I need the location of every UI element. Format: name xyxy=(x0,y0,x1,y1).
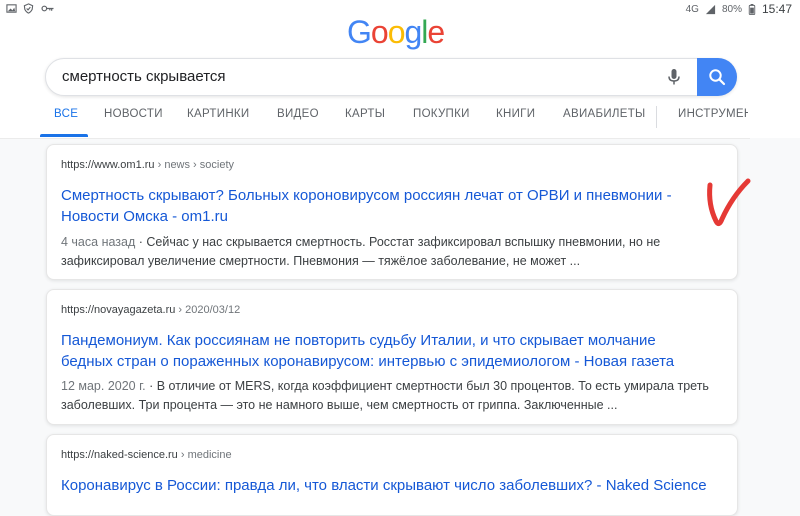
result-snippet: 12 мар. 2020 г. · В отличие от MERS, ког… xyxy=(61,377,711,415)
result-url[interactable]: https://www.om1.ru › news › society xyxy=(61,159,234,171)
result-domain: https://naked-science.ru xyxy=(61,449,178,461)
search-header: Google смертность скрывается ВСЕ НОВОСТИ… xyxy=(0,14,800,139)
result-title-link[interactable]: Пандемониум. Как россиянам не повторить … xyxy=(61,330,701,372)
result-snippet: 4 часа назад · Сейчас у нас скрывается с… xyxy=(61,233,711,271)
search-button[interactable] xyxy=(697,58,737,96)
tab-books[interactable]: КНИГИ xyxy=(496,108,535,120)
logo-letter: e xyxy=(427,14,445,50)
logo-letter: g xyxy=(404,14,422,50)
battery-icon xyxy=(748,3,756,15)
battery-percent: 80% xyxy=(721,3,742,15)
result-breadcrumb: › news › society xyxy=(154,159,235,171)
google-logo[interactable]: Google xyxy=(347,14,445,51)
result-snippet-text: · В отличие от MERS, когда коэффициент с… xyxy=(61,379,709,412)
result-breadcrumb: › 2020/03/12 xyxy=(175,304,241,316)
result-date: 12 мар. 2020 г. xyxy=(61,379,146,393)
key-icon xyxy=(40,3,56,14)
network-type: 4G xyxy=(685,3,699,15)
search-result-card: https://www.om1.ru › news › society Смер… xyxy=(46,144,738,280)
logo-letter: o xyxy=(370,14,389,50)
signal-icon xyxy=(705,4,716,15)
tab-video[interactable]: ВИДЕО xyxy=(277,108,319,120)
result-url[interactable]: https://naked-science.ru › medicine xyxy=(61,449,232,461)
tab-images[interactable]: КАРТИНКИ xyxy=(187,108,249,120)
search-box[interactable]: смертность скрывается xyxy=(45,58,737,96)
tab-all[interactable]: ВСЕ xyxy=(54,108,78,120)
result-snippet-text: · Сейчас у нас скрывается смертность. Ро… xyxy=(61,235,661,268)
gallery-icon xyxy=(6,3,17,14)
logo-letter: G xyxy=(347,14,372,50)
tab-flights[interactable]: АВИАБИЛЕТЫ xyxy=(563,108,646,120)
search-icon xyxy=(709,69,726,86)
search-result-card: https://novayagazeta.ru › 2020/03/12 Пан… xyxy=(46,289,738,425)
search-result-card: https://naked-science.ru › medicine Коро… xyxy=(46,434,738,516)
result-url[interactable]: https://novayagazeta.ru › 2020/03/12 xyxy=(61,304,240,316)
tab-maps[interactable]: КАРТЫ xyxy=(345,108,385,120)
tab-news[interactable]: НОВОСТИ xyxy=(104,108,163,120)
tab-shopping[interactable]: ПОКУПКИ xyxy=(413,108,470,120)
search-input[interactable]: смертность скрывается xyxy=(62,68,226,85)
result-title-link[interactable]: Смертность скрывают? Больных короновирус… xyxy=(61,185,701,227)
result-breadcrumb: › medicine xyxy=(177,449,232,461)
result-domain: https://www.om1.ru xyxy=(61,159,155,171)
result-title-link[interactable]: Коронавирус в России: правда ли, что вла… xyxy=(61,475,741,496)
clock: 15:47 xyxy=(761,2,792,16)
result-domain: https://novayagazeta.ru xyxy=(61,304,176,316)
microphone-icon[interactable] xyxy=(664,67,684,87)
shield-icon xyxy=(23,3,34,14)
active-tab-indicator xyxy=(40,134,88,137)
tab-tools[interactable]: ИНСТРУМЕН xyxy=(678,108,748,120)
checkmark-annotation-icon xyxy=(707,178,751,227)
logo-letter: o xyxy=(387,14,406,50)
tabs-divider xyxy=(656,106,657,128)
result-date: 4 часа назад xyxy=(61,235,136,249)
search-tabs: ВСЕ НОВОСТИ КАРТИНКИ ВИДЕО КАРТЫ ПОКУПКИ… xyxy=(0,100,750,139)
